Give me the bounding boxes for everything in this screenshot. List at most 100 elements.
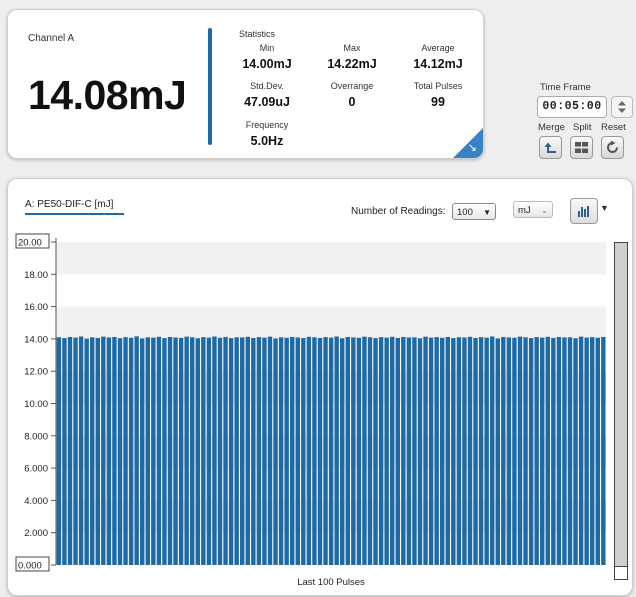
- merge-label: Merge: [538, 122, 565, 133]
- bar: [240, 337, 245, 565]
- bar: [590, 337, 595, 565]
- bar: [101, 336, 106, 565]
- max-value: 14.22mJ: [327, 57, 377, 71]
- bar: [551, 337, 556, 565]
- bar: [417, 338, 423, 565]
- bar: [595, 337, 600, 565]
- bar: [351, 337, 356, 565]
- bar: [428, 337, 434, 565]
- bar: [228, 338, 234, 565]
- spinner-icon[interactable]: [611, 96, 633, 118]
- bar: [73, 337, 78, 565]
- grid-band: [56, 274, 606, 307]
- bar: [156, 336, 162, 565]
- bar: [434, 337, 439, 565]
- bar: [306, 336, 312, 565]
- bar: [178, 337, 184, 565]
- bar: [528, 338, 534, 565]
- bar: [423, 336, 428, 565]
- frequency-value: 5.0Hz: [250, 134, 284, 148]
- bar: [162, 338, 167, 565]
- bar: [512, 337, 517, 565]
- max-label: Max: [343, 43, 361, 53]
- bar: [184, 336, 189, 565]
- bar: [267, 336, 273, 565]
- bar: [356, 337, 362, 565]
- bar: [301, 338, 306, 565]
- y-tick-label: 14.00: [24, 334, 48, 345]
- expand-arrow-icon: ↘: [467, 142, 477, 154]
- reset-icon: [607, 140, 618, 153]
- average-value: 14.12mJ: [413, 57, 463, 71]
- bar: [501, 336, 506, 565]
- bar: [390, 336, 395, 565]
- bar: [467, 336, 473, 565]
- bar: [473, 337, 478, 565]
- statistics-title: Statistics: [239, 29, 276, 39]
- bar: [195, 338, 200, 565]
- time-frame-input[interactable]: 00:05:00: [537, 96, 607, 118]
- bar: [290, 336, 295, 565]
- bar: [451, 338, 456, 565]
- bar: [128, 337, 134, 565]
- bar: [273, 338, 278, 565]
- frequency-label: Frequency: [245, 120, 289, 130]
- bar: [295, 337, 300, 565]
- overrange-value: 0: [348, 95, 356, 109]
- std-dev-value: 47.09uJ: [244, 95, 290, 109]
- average-label: Average: [421, 43, 455, 53]
- bar: [323, 337, 328, 565]
- bar: [462, 337, 467, 565]
- bar: [278, 337, 284, 565]
- bar: [401, 336, 406, 565]
- time-frame-label: Time Frame: [540, 82, 591, 93]
- bar: [523, 337, 528, 565]
- bar: [490, 336, 495, 565]
- bar: [78, 336, 84, 565]
- bar: [540, 337, 545, 565]
- bar: [256, 337, 262, 565]
- split-icon: [575, 142, 588, 153]
- total-pulses-label: Total Pulses: [413, 81, 463, 91]
- merge-button[interactable]: [539, 136, 562, 159]
- bar: [167, 336, 173, 565]
- bar: [440, 337, 445, 565]
- y-tick-label: 12.00: [24, 367, 48, 378]
- divider: [208, 28, 212, 145]
- y-tick-label: 4.000: [24, 496, 48, 507]
- bar: [217, 337, 223, 565]
- bar: [567, 337, 573, 565]
- y-tick-label: 10.00: [24, 399, 48, 410]
- bar: [506, 337, 512, 565]
- bar: [201, 337, 206, 565]
- bar: [62, 338, 67, 565]
- bar: [245, 336, 250, 565]
- split-button[interactable]: [570, 136, 593, 159]
- y-tick-label: 6.000: [24, 464, 48, 475]
- bar: [495, 338, 500, 565]
- bar: [206, 337, 212, 565]
- bar: [145, 337, 150, 565]
- bar: [395, 337, 400, 565]
- bar: [334, 336, 339, 565]
- bar: [384, 337, 389, 565]
- reset-label: Reset: [601, 122, 626, 133]
- min-label: Min: [259, 43, 275, 53]
- bar: [573, 338, 578, 565]
- y-tick-label: 18.00: [24, 270, 48, 281]
- bar: [84, 338, 89, 565]
- bar: [95, 337, 100, 565]
- bar: [67, 336, 73, 565]
- bar: [140, 338, 145, 565]
- bar: [190, 337, 195, 565]
- bar: [478, 337, 484, 565]
- y-tick-label: 2.000: [24, 528, 48, 539]
- bar: [545, 336, 550, 565]
- bar: [456, 337, 462, 565]
- total-pulses-value: 99: [431, 95, 445, 109]
- bar: [123, 337, 128, 565]
- bar: [151, 337, 156, 565]
- bar: [517, 336, 523, 565]
- reset-button[interactable]: [601, 136, 624, 159]
- bar: [484, 337, 489, 565]
